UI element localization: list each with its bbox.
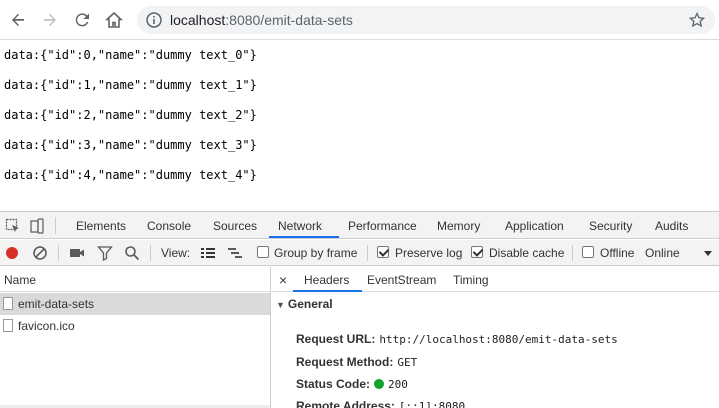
network-toolbar: View: Group by frame Preserve log Disabl… [0, 240, 719, 266]
url-rest: :8080/emit-data-sets [225, 12, 353, 28]
field-key: Status Code: [296, 377, 371, 391]
request-detail: × Headers EventStream Timing ▼ General Re… [272, 267, 719, 408]
name-column-label: Name [4, 273, 37, 287]
tab-console[interactable]: Console [147, 219, 191, 233]
table-row[interactable]: emit-data-sets [0, 293, 270, 315]
toolbar-divider [572, 245, 573, 261]
toolbar-divider [150, 245, 151, 261]
address-bar[interactable]: localhost:8080/emit-data-sets [137, 6, 715, 34]
request-method-field: Request Method: GET [296, 355, 417, 369]
url-text[interactable]: localhost:8080/emit-data-sets [170, 12, 353, 28]
tab-eventstream[interactable]: EventStream [367, 273, 436, 287]
chevron-down-icon[interactable] [703, 248, 713, 258]
request-name: emit-data-sets [18, 297, 95, 311]
toolbar-divider [367, 245, 368, 261]
field-value: GET [397, 356, 418, 369]
active-tab-indicator [269, 236, 339, 238]
group-by-frame-label: Group by frame [274, 246, 358, 260]
view-label: View: [161, 246, 191, 260]
devtools-panel: Elements Console Sources Network Perform… [0, 211, 719, 408]
toolbar-divider [58, 245, 59, 261]
general-section-header[interactable]: ▼ General [276, 297, 333, 311]
tab-performance[interactable]: Performance [348, 219, 417, 233]
tab-network[interactable]: Network [278, 219, 322, 233]
browser-toolbar: localhost:8080/emit-data-sets [0, 0, 719, 40]
preserve-log-label: Preserve log [395, 246, 463, 260]
reload-icon [75, 13, 89, 27]
reload-button[interactable] [70, 8, 94, 32]
tab-application[interactable]: Application [505, 219, 564, 233]
data-line: data:{"id":4,"name":"dummy text_4"} [4, 168, 257, 182]
document-icon [3, 319, 13, 332]
page-content: data:{"id":0,"name":"dummy text_0"} data… [0, 40, 719, 211]
active-tab-indicator [293, 290, 362, 292]
filter-icon[interactable] [97, 245, 113, 261]
data-line: data:{"id":3,"name":"dummy text_3"} [4, 138, 257, 152]
document-icon [3, 297, 13, 310]
device-toolbar-icon[interactable] [29, 218, 45, 234]
field-key: Request Method: [296, 355, 394, 369]
status-ok-icon [374, 379, 385, 389]
video-camera-icon[interactable] [69, 245, 85, 261]
tab-timing[interactable]: Timing [453, 273, 489, 287]
tab-elements[interactable]: Elements [76, 219, 126, 233]
section-title: General [287, 297, 333, 311]
inspect-element-icon[interactable] [5, 218, 21, 234]
request-url-field: Request URL: http://localhost:8080/emit-d… [296, 332, 618, 346]
home-button[interactable] [102, 8, 126, 32]
data-line: data:{"id":1,"name":"dummy text_1"} [4, 78, 257, 92]
request-name: favicon.ico [18, 319, 75, 333]
offline-checkbox[interactable] [582, 246, 594, 258]
disable-cache-label: Disable cache [489, 246, 565, 260]
url-host: localhost [170, 12, 226, 28]
request-list: Name emit-data-sets favicon.ico [0, 267, 271, 408]
data-line: data:{"id":2,"name":"dummy text_2"} [4, 108, 257, 122]
detail-tabbar: × Headers EventStream Timing [272, 267, 719, 292]
search-icon[interactable] [124, 245, 140, 261]
devtools-tabbar: Elements Console Sources Network Perform… [0, 212, 719, 239]
tab-security[interactable]: Security [589, 219, 632, 233]
group-by-frame-checkbox[interactable] [257, 246, 269, 258]
toolbar-divider [55, 217, 56, 234]
field-key: Request URL: [296, 332, 376, 346]
throttling-select[interactable]: Online [645, 246, 680, 260]
field-value: [::1]:8080 [398, 400, 466, 408]
waterfall-view-icon[interactable] [227, 245, 243, 261]
tab-memory[interactable]: Memory [437, 219, 480, 233]
tab-headers[interactable]: Headers [304, 273, 349, 287]
name-column-header[interactable]: Name [0, 267, 270, 292]
table-row[interactable]: favicon.ico [0, 315, 270, 337]
info-icon[interactable] [146, 12, 162, 28]
field-key: Remote Address: [296, 399, 395, 408]
status-code-field: Status Code: 200 [296, 377, 408, 391]
arrow-left-icon [12, 13, 24, 26]
offline-label: Offline [600, 246, 635, 260]
bookmark-star-icon[interactable] [689, 12, 705, 28]
close-icon[interactable]: × [279, 272, 287, 288]
disable-cache-checkbox[interactable] [471, 246, 483, 258]
forward-button[interactable] [38, 8, 62, 32]
preserve-log-checkbox[interactable] [377, 246, 389, 258]
tab-audits[interactable]: Audits [655, 219, 688, 233]
clear-icon[interactable] [32, 245, 48, 261]
back-button[interactable] [6, 8, 30, 32]
remote-address-field: Remote Address: [::1]:8080 [296, 399, 465, 408]
tab-sources[interactable]: Sources [213, 219, 257, 233]
field-value: http://localhost:8080/emit-data-sets [379, 333, 618, 346]
record-icon[interactable] [4, 245, 20, 261]
home-icon [105, 11, 123, 28]
triangle-down-icon: ▼ [276, 300, 285, 310]
data-line: data:{"id":0,"name":"dummy text_0"} [4, 48, 257, 62]
list-view-icon[interactable] [200, 245, 216, 261]
field-value: 200 [388, 378, 408, 391]
arrow-right-icon [44, 13, 56, 26]
